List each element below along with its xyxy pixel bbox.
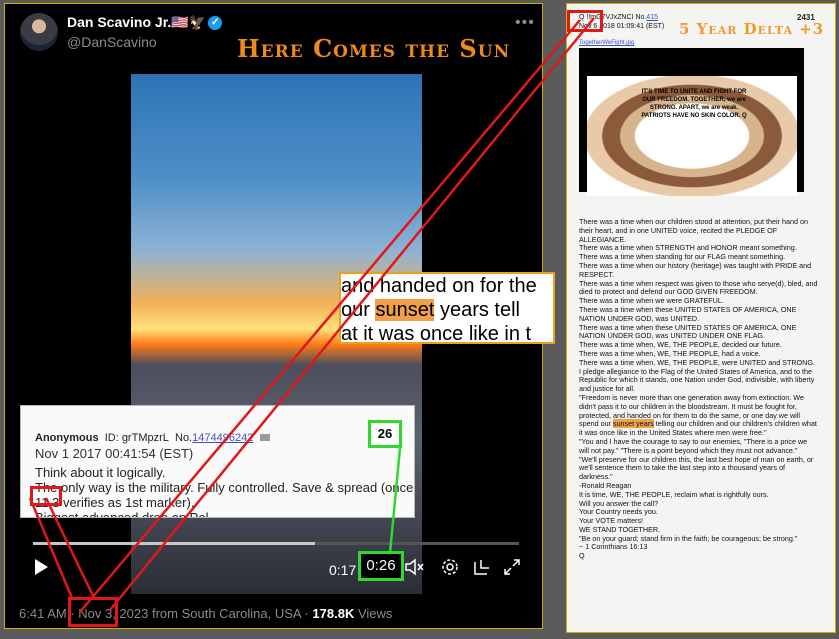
anon-line-4: Biggest advanced drop on Pol. [35, 510, 213, 518]
q-body-line: There was a time when these UNITED STATE… [579, 304, 797, 323]
quote-highlight-sunset-years: sunset years [612, 419, 654, 429]
q-body-line: ~ 1 Corinthians 16:13 [579, 542, 648, 552]
anon-name: Anonymous [35, 432, 99, 444]
delta-label-text: 5 Year Delta [679, 20, 793, 38]
post-location: from South Carolina, USA [148, 606, 301, 621]
anon-line-3: 11.3 verifies as 1st marker). [35, 495, 414, 510]
author-handle[interactable]: @DanScavino [67, 34, 157, 50]
marker-highlight-box [30, 486, 62, 506]
duration-highlight-box: 0:26 [358, 551, 404, 581]
views-label: Views [354, 606, 393, 621]
crop-line-1: and handed on for the [341, 275, 537, 297]
q-body-line: There was a time when respect was given … [579, 278, 818, 297]
anon-post-date: Nov 1 2017 00:41:54 (EST) [35, 446, 194, 461]
crop-highlight-sunset: sunset [375, 299, 435, 321]
fullscreen-icon[interactable] [503, 558, 521, 581]
q-image-filename[interactable]: TogetherWeFight.jpg [579, 40, 634, 46]
q-body-line: There was a time when our history (herit… [579, 260, 812, 279]
anon-post-number[interactable]: 1474496242 [192, 432, 253, 444]
q-body-quote: "Freedom is never more than one generati… [579, 393, 819, 438]
author-name[interactable]: Dan Scavino Jr.🇺🇸🦅 ✓ [67, 14, 223, 31]
anon-post-inset: Anonymous ID: grTMpzrL No.1474496242 Nov… [20, 405, 415, 518]
play-icon[interactable] [33, 558, 49, 581]
anon-id: grTMpzrL [121, 432, 169, 444]
post-time[interactable]: 6:41 AM [19, 606, 67, 621]
crop-line-3: at it was once like in t [341, 323, 532, 344]
date-highlight-box [68, 597, 118, 627]
delta-label: 5 Year Delta +3 [679, 20, 824, 38]
gear-icon[interactable] [441, 558, 459, 581]
folder-icon[interactable] [260, 434, 271, 441]
quote-crop-overlay: and handed on for the our sunset years t… [339, 272, 555, 344]
q-post-image[interactable]: IT'S TIME TO UNITE AND FIGHT FOR OUR FRE… [579, 48, 804, 196]
video-progress-fill [33, 542, 315, 545]
q-image-caption: IT'S TIME TO UNITE AND FIGHT FOR OUR FRE… [641, 89, 747, 119]
q-post-panel: Q !!mG7VJxZNCI No.415 Nov 6 2018 01:09:4… [566, 3, 836, 633]
q-body-line: Q [579, 551, 585, 561]
anon-post-header: Anonymous ID: grTMpzrL No.1474496242 [35, 432, 271, 444]
anon-id-label: ID: [104, 432, 119, 444]
avatar[interactable] [20, 13, 58, 51]
picture-in-picture-icon[interactable] [473, 558, 491, 581]
crop-line-2: our sunset years tell [341, 298, 553, 322]
separator-2: · [300, 606, 313, 621]
video-progress-bar[interactable] [33, 542, 519, 545]
q-body-line: "You and I have the courage to say to ou… [579, 436, 808, 455]
author-name-text: Dan Scavino Jr. [67, 14, 172, 30]
anon-line-3-rest: verifies as 1st marker). [59, 495, 195, 510]
count-highlight-box: 26 [368, 420, 402, 448]
anon-line-1: Think about it logically. [35, 465, 166, 480]
crop-line-2-post: years tell [434, 299, 520, 321]
q-body-line: I pledge allegiance to the Flag of the U… [579, 366, 815, 394]
views-count: 178.8K [312, 606, 355, 621]
crop-line-2-pre: our [341, 299, 376, 321]
delta-plus: +3 [793, 20, 825, 38]
q-header-highlight-box [567, 10, 603, 32]
q-body-line: There was a time when our children stood… [579, 217, 808, 244]
anon-no-label: No. [175, 432, 193, 444]
volume-muted-icon[interactable] [405, 558, 425, 581]
anon-line-2: The only way is the military. Fully cont… [35, 480, 414, 495]
q-post-body: There was a time when our children stood… [579, 217, 819, 561]
author-flags: 🇺🇸🦅 [171, 14, 207, 30]
verified-badge-icon: ✓ [208, 16, 223, 31]
q-post-number[interactable]: 415 [646, 14, 658, 21]
q-body-line: "We'll preserve for our children this, t… [579, 454, 814, 482]
q-body-line: There was a time when these UNITED STATE… [579, 322, 797, 341]
more-options-icon[interactable]: ••• [515, 14, 535, 32]
anon-post-body: Think about it logically. The only way i… [35, 465, 414, 518]
current-time: 0:17 [329, 562, 357, 578]
headline-overlay: Here Comes the Sun [237, 34, 511, 63]
